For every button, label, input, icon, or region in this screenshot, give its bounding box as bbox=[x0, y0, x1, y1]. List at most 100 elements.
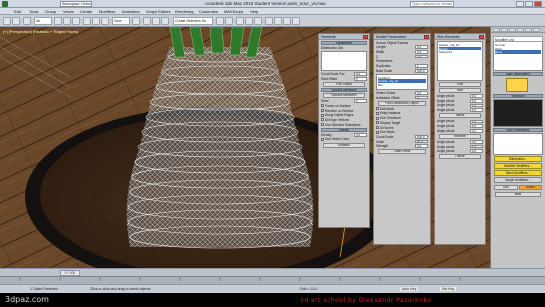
snap-icon[interactable] bbox=[143, 17, 151, 25]
edit-mesh-checkbox[interactable] bbox=[376, 107, 379, 111]
surface-attributes-button[interactable]: Surface Attributes bbox=[323, 93, 365, 99]
modifier-listbox[interactable]: Modifiers Scatter_obj_01 Box bbox=[376, 73, 428, 90]
menu-item-edit[interactable]: Edit bbox=[14, 9, 21, 14]
random-surface-checkbox[interactable] bbox=[321, 109, 324, 113]
rotate-icon[interactable] bbox=[92, 17, 100, 25]
scale-spinner[interactable]: 80.0 bbox=[415, 139, 428, 144]
modify-tab-icon[interactable] bbox=[501, 28, 508, 32]
rect-selection-icon[interactable] bbox=[72, 17, 80, 25]
panel-a-listbox[interactable] bbox=[321, 51, 367, 72]
angle-spinner[interactable]: 0.0 bbox=[470, 119, 483, 124]
hierarchy-tab-icon[interactable] bbox=[509, 28, 516, 32]
menu-item-rendering[interactable]: Rendering bbox=[175, 9, 193, 14]
menu-item-animation[interactable]: Animation bbox=[122, 9, 140, 14]
set-key-button[interactable]: Set Key bbox=[440, 287, 457, 291]
rotation-button[interactable]: Rotation bbox=[323, 142, 365, 148]
mirror-icon[interactable] bbox=[216, 17, 224, 25]
workspace-dropdown[interactable]: Workspace: Default bbox=[60, 1, 92, 7]
undo-icon[interactable] bbox=[3, 17, 11, 25]
select-button[interactable]: Select bbox=[439, 113, 481, 119]
panel-a-rollout-surface[interactable]: Surface Attributes bbox=[321, 88, 367, 93]
render-setup-icon[interactable] bbox=[274, 17, 282, 25]
modifier-stack[interactable]: Normal Weld Bend bbox=[493, 41, 543, 71]
vertex-chaos-spinner[interactable]: 0.0 bbox=[415, 91, 428, 95]
display-tab-icon[interactable] bbox=[525, 28, 532, 32]
menu-item-tools[interactable]: Tools bbox=[29, 9, 38, 14]
angle-spinner[interactable]: 0.0 bbox=[470, 108, 483, 112]
angle-spinner[interactable]: 0.0 bbox=[470, 103, 483, 108]
close-icon[interactable] bbox=[534, 1, 542, 7]
angle-spinner[interactable]: 0.0 bbox=[470, 140, 483, 144]
pick-object-button[interactable]: Pick Object bbox=[323, 82, 365, 88]
modifier-list-dropdown[interactable]: Modifier List bbox=[493, 36, 543, 42]
track-bar[interactable] bbox=[0, 276, 545, 284]
cmd-rollout-selection[interactable]: Selection bbox=[493, 94, 543, 98]
render-frame-icon[interactable] bbox=[283, 17, 291, 25]
pivot-icon[interactable] bbox=[132, 17, 140, 25]
auto-key-button[interactable]: Auto Key bbox=[400, 287, 419, 291]
visible-edges-checkbox[interactable] bbox=[321, 113, 324, 117]
panel-a-title[interactable]: Distribute bbox=[319, 34, 369, 40]
skin-listbox[interactable] bbox=[493, 133, 543, 155]
delete-button[interactable]: Delete bbox=[439, 154, 481, 160]
schematic-icon[interactable] bbox=[254, 17, 262, 25]
angle-spinner[interactable]: 0.0 bbox=[470, 94, 483, 98]
use-transform-checkbox[interactable] bbox=[376, 116, 379, 120]
menu-item-group[interactable]: Group bbox=[45, 9, 56, 14]
angle-spinner[interactable]: 0.0 bbox=[470, 124, 483, 128]
cmd-rollout-main[interactable]: Main parameters bbox=[493, 72, 543, 76]
display-target-checkbox[interactable] bbox=[376, 121, 379, 125]
pick-distribution-button[interactable]: Pick Distribution Object bbox=[378, 100, 426, 106]
panel-a-close-icon[interactable] bbox=[363, 35, 368, 39]
create-tab-icon[interactable] bbox=[493, 28, 500, 32]
add-button[interactable]: Add bbox=[439, 88, 481, 93]
redo-icon[interactable] bbox=[12, 17, 20, 25]
panel-c-title[interactable]: Skin Elements bbox=[435, 34, 485, 40]
menu-item-graph-editors[interactable]: Graph Editors bbox=[146, 9, 171, 14]
start-offset-spinner[interactable]: 0 bbox=[354, 77, 367, 81]
panel-c-close-icon[interactable] bbox=[479, 35, 484, 39]
angle-spinner[interactable]: 0.0 bbox=[470, 128, 483, 133]
modifier-modifiers-button[interactable]: Modifier Modifiers... bbox=[494, 163, 542, 169]
cmd-rollout-skin[interactable]: Skin Parameters bbox=[493, 128, 543, 132]
panel-b-close-icon[interactable] bbox=[424, 35, 429, 39]
list-item[interactable]: Bend bbox=[495, 50, 541, 54]
render-icon[interactable] bbox=[292, 17, 300, 25]
vertex-color-checkbox[interactable] bbox=[321, 137, 324, 141]
search-input[interactable]: Type a keyword or phrase bbox=[410, 1, 454, 7]
base-scale-spinner[interactable]: 100.0 bbox=[415, 68, 428, 73]
folder-icon[interactable] bbox=[506, 78, 528, 92]
percent-snap-icon[interactable] bbox=[161, 17, 169, 25]
reference-coord-dropdown[interactable]: View bbox=[112, 17, 130, 25]
move-icon[interactable] bbox=[83, 17, 91, 25]
duplicates-spinner[interactable]: 1 bbox=[415, 64, 428, 68]
select-object-icon[interactable] bbox=[54, 17, 62, 25]
angle-spinner[interactable]: 0.0 bbox=[470, 144, 483, 149]
align-icon[interactable] bbox=[225, 17, 233, 25]
curve-editor-icon[interactable] bbox=[245, 17, 253, 25]
distribution-button[interactable]: Distribution... bbox=[494, 156, 542, 162]
time-slider-bar[interactable]: 0 / 100 bbox=[0, 268, 545, 276]
bind-button[interactable]: Bind bbox=[495, 192, 541, 197]
clear-effect-button[interactable]: Clear Effect bbox=[378, 149, 426, 155]
seed-spinner[interactable]: 2 bbox=[354, 99, 367, 103]
angle-spinner[interactable]: 0.0 bbox=[470, 149, 483, 154]
motion-tab-icon[interactable] bbox=[517, 28, 524, 32]
maximize-icon[interactable] bbox=[525, 1, 533, 7]
viewport-label[interactable]: [+] [Perspective] [Realistic + Edged Fac… bbox=[3, 29, 78, 34]
use-wave-checkbox[interactable] bbox=[376, 130, 379, 134]
list-item[interactable]: Box bbox=[378, 83, 426, 87]
mesh-modifiers-button[interactable]: Mesh Modifiers... bbox=[494, 170, 542, 176]
link-icon[interactable] bbox=[23, 17, 31, 25]
remove-button[interactable]: Remove bbox=[439, 133, 481, 139]
edge-vertices-checkbox[interactable] bbox=[321, 118, 324, 122]
material-editor-icon[interactable] bbox=[265, 17, 273, 25]
keep-instance-checkbox[interactable] bbox=[376, 111, 379, 115]
menu-item-customize[interactable]: Customize bbox=[199, 9, 218, 14]
selection-preview[interactable] bbox=[493, 99, 543, 127]
angle-snap-icon[interactable] bbox=[152, 17, 160, 25]
menu-item-help[interactable]: Help bbox=[250, 9, 258, 14]
link-button[interactable]: Link bbox=[494, 185, 518, 190]
count-scale-b-spinner[interactable]: 100.0 bbox=[415, 135, 428, 139]
panel-b-title[interactable]: Scatter Parameters bbox=[374, 34, 430, 40]
